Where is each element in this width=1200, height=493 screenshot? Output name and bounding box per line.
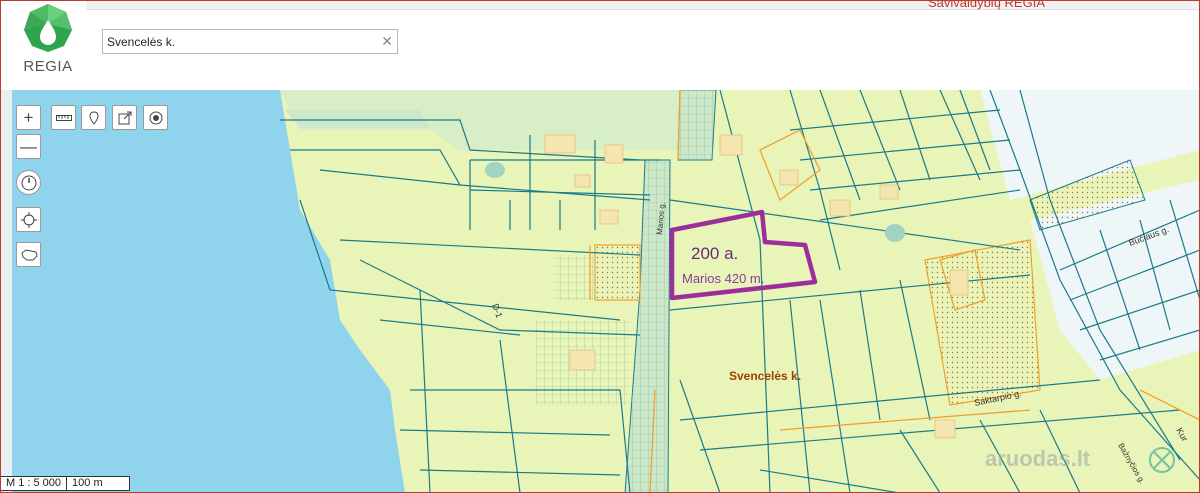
window-frame (0, 0, 1200, 493)
